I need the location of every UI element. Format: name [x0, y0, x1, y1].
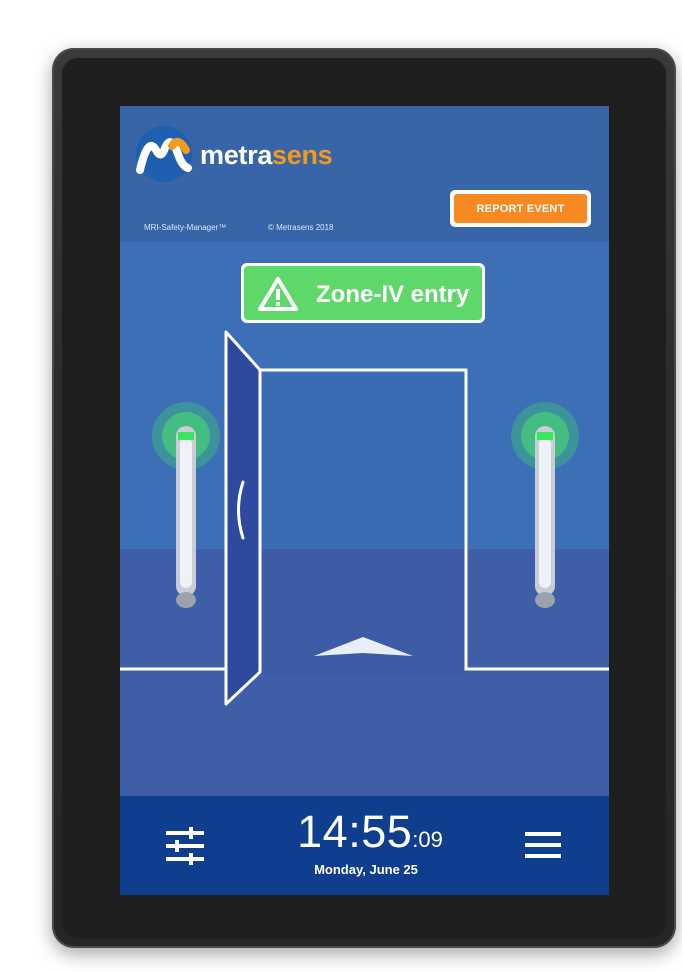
clock-hours-minutes: 14:55 [297, 806, 413, 857]
zone-alert-body: Zone-IV entry [244, 266, 482, 320]
sliders-icon[interactable] [164, 826, 206, 866]
zone-alert-badge: Zone-IV entry [241, 263, 485, 323]
header: metrasens MRI-Safety-Manager™ © Metrasen… [120, 106, 609, 242]
warning-triangle-icon [258, 277, 298, 311]
hamburger-menu-icon[interactable] [523, 829, 563, 861]
report-event-label: REPORT EVENT [454, 194, 587, 223]
zone-alert-text: Zone-IV entry [316, 281, 470, 308]
open-door [224, 330, 262, 706]
report-event-button[interactable]: REPORT EVENT [450, 190, 591, 227]
copyright-text: © Metrasens 2018 [268, 223, 334, 232]
product-name: MRI-Safety-Manager™ [144, 223, 227, 232]
screen: metrasens MRI-Safety-Manager™ © Metrasen… [120, 106, 609, 895]
date-text: Monday, June 25 [314, 862, 418, 877]
brand-name-part2: sens [272, 140, 333, 170]
clock: 14:55:09 [270, 806, 470, 858]
doorway-scene [120, 242, 609, 796]
footer-bar: 14:55:09 Monday, June 25 [120, 796, 609, 895]
brand-name-part1: metra [200, 140, 273, 170]
brand-wordmark: metrasens [200, 140, 333, 171]
metrasens-logo-icon [136, 126, 192, 182]
clock-seconds: :09 [412, 827, 443, 852]
